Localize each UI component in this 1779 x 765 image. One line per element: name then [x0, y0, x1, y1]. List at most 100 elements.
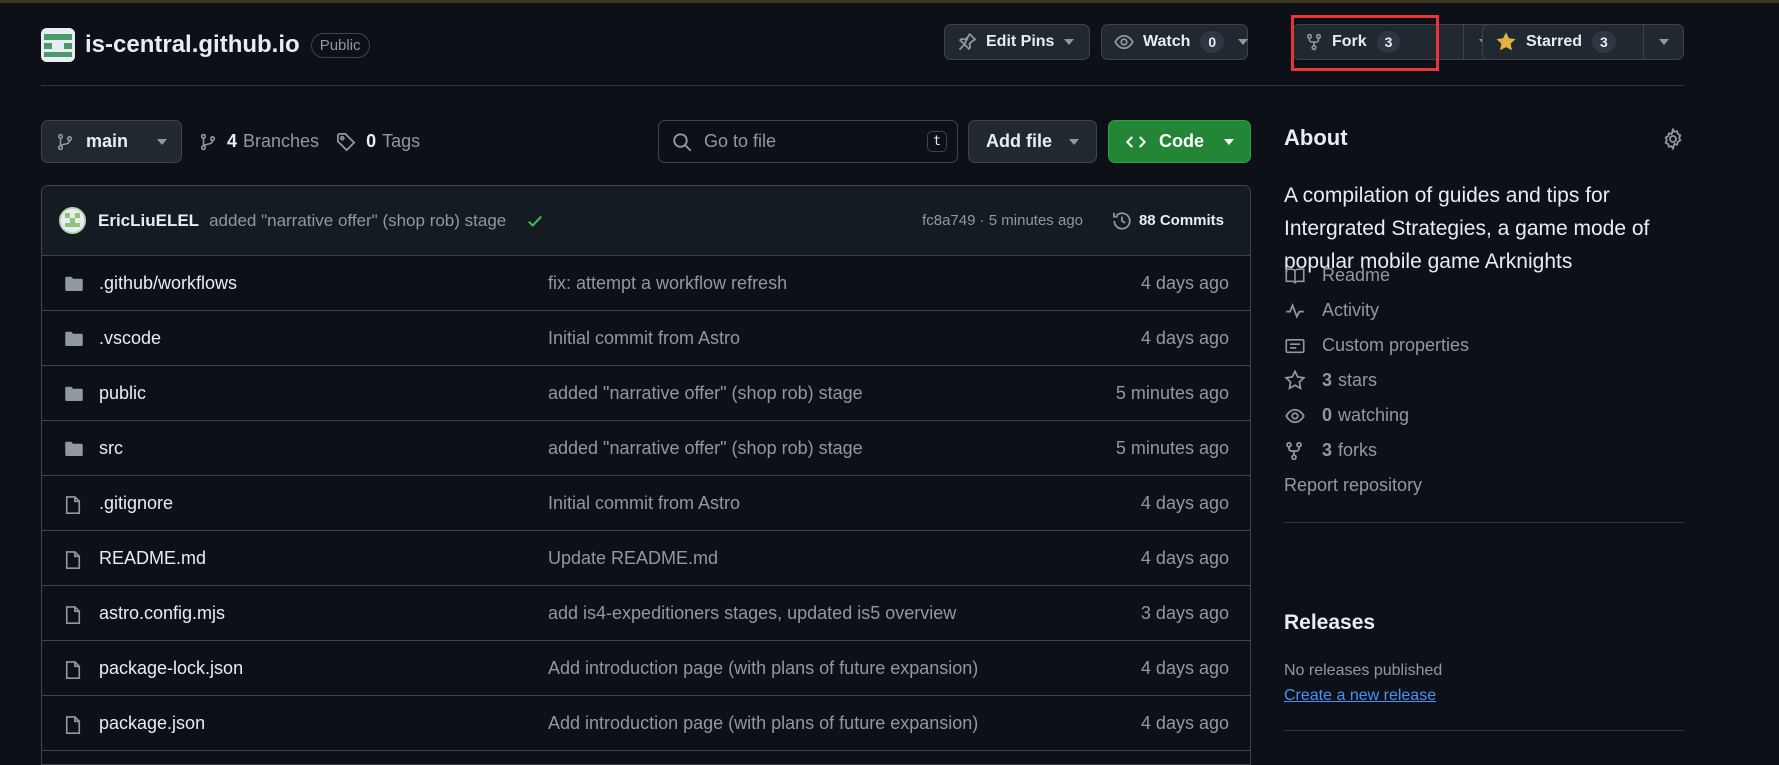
add-file-button[interactable]: Add file [968, 120, 1097, 163]
activity-link[interactable]: Activity [1284, 300, 1379, 321]
file-name[interactable]: package.json [99, 713, 205, 734]
book-icon [1284, 266, 1308, 286]
stars-label: stars [1338, 370, 1378, 390]
file-row[interactable]: astro.config.mjs add is4-expeditioners st… [42, 586, 1250, 641]
file-name[interactable]: src [99, 438, 123, 459]
branch-icon [199, 132, 217, 152]
watching-link[interactable]: 0 watching [1284, 405, 1409, 426]
file-commit-age: 4 days ago [1140, 492, 1229, 513]
custom-properties-link[interactable]: Custom properties [1284, 335, 1469, 356]
releases-title[interactable]: Releases [1284, 611, 1375, 635]
chevron-down-icon [157, 138, 167, 145]
file-commit-message[interactable]: add is4-expeditioners stages, updated is… [548, 603, 956, 624]
file-icon [63, 604, 83, 626]
file-commit-message[interactable]: Add introduction page (with plans of fut… [548, 658, 978, 679]
file-row[interactable]: .github/workflows fix: attempt a workflow… [42, 256, 1250, 311]
folder-icon [63, 329, 85, 349]
folder-icon [63, 439, 85, 459]
readme-link[interactable]: Readme [1284, 265, 1390, 286]
file-commit-message[interactable]: Initial commit from Astro [548, 328, 740, 349]
file-icon [63, 494, 83, 516]
about-sidebar: About A compilation of guides and tips f… [1284, 125, 1684, 731]
add-file-label: Add file [986, 131, 1052, 151]
gear-icon[interactable] [1662, 128, 1684, 150]
repo-name[interactable]: is-central.github.io [85, 31, 300, 59]
file-browser: EricLiuELEL added "narrative offer" (sho… [41, 185, 1251, 765]
activity-label: Activity [1322, 300, 1380, 320]
file-row[interactable]: src added "narrative offer" (shop rob) st… [42, 421, 1250, 476]
file-name[interactable]: README.md [99, 548, 206, 569]
branch-selector[interactable]: main [41, 120, 182, 163]
stars-count: 3 [1322, 370, 1333, 390]
file-commit-message[interactable]: added "narrative offer" (shop rob) stage [548, 438, 863, 459]
file-commit-message[interactable]: added "narrative offer" (shop rob) stage [548, 383, 863, 404]
star-icon [1284, 370, 1308, 391]
watch-button[interactable]: Watch 0 [1101, 24, 1249, 60]
eye-icon [1284, 406, 1308, 426]
file-row[interactable]: public added "narrative offer" (shop rob)… [42, 366, 1250, 421]
pulse-icon [1284, 301, 1308, 321]
branches-label: Branches [243, 131, 320, 151]
file-icon [63, 549, 83, 571]
file-commit-age: 4 days ago [1140, 272, 1229, 293]
file-name[interactable]: package-lock.json [99, 658, 243, 679]
starred-button[interactable]: Starred 3 [1482, 24, 1644, 60]
create-release-link[interactable]: Create a new release [1284, 687, 1436, 705]
eye-icon [1114, 32, 1134, 52]
folder-icon [63, 384, 85, 404]
file-name[interactable]: astro.config.mjs [99, 603, 225, 624]
file-name[interactable]: public [99, 383, 146, 404]
report-repository-link[interactable]: Report repository [1284, 475, 1422, 496]
file-row[interactable]: README.md Update README.md 4 days ago [42, 531, 1250, 586]
commit-message[interactable]: added "narrative offer" (shop rob) stage [209, 211, 506, 231]
file-name[interactable]: .github/workflows [99, 273, 237, 294]
keyboard-shortcut-hint: t [927, 131, 947, 152]
check-icon[interactable] [526, 212, 544, 230]
forks-link[interactable]: 3 forks [1284, 440, 1377, 461]
file-row[interactable]: package-lock.json Add introduction page (… [42, 641, 1250, 696]
about-title: About [1284, 125, 1348, 150]
go-to-file-input[interactable]: Go to file t [658, 120, 958, 163]
file-row[interactable]: package.json Add introduction page (with … [42, 696, 1250, 751]
commits-history-link[interactable]: 88 Commits [1112, 211, 1224, 231]
file-commit-message[interactable]: Add introduction page (with plans of fut… [548, 713, 978, 734]
author-avatar[interactable] [59, 207, 86, 234]
chevron-down-icon [1064, 39, 1075, 45]
file-commit-age: 5 minutes ago [1115, 382, 1229, 403]
file-icon [63, 659, 83, 681]
code-button[interactable]: Code [1108, 120, 1251, 163]
fork-button[interactable]: Fork 3 [1292, 24, 1464, 60]
file-name[interactable]: .vscode [99, 328, 161, 349]
about-description: A compilation of guides and tips for Int… [1284, 184, 1650, 273]
history-icon [1112, 211, 1132, 231]
branches-link[interactable]: 4 Branches [199, 131, 319, 152]
file-row[interactable]: .gitignore Initial commit from Astro 4 day… [42, 476, 1250, 531]
repo-avatar[interactable] [41, 28, 75, 62]
repo-header: is-central.github.io Public Edit Pins Wa… [41, 22, 1684, 86]
file-name[interactable]: .gitignore [99, 493, 173, 514]
watch-label: Watch [1143, 33, 1191, 50]
fork-icon [1305, 32, 1323, 52]
commit-sha-time[interactable]: fc8a749 · 5 minutes ago [922, 212, 1083, 229]
file-commit-message[interactable]: fix: attempt a workflow refresh [548, 273, 787, 294]
chevron-down-icon [1658, 39, 1669, 45]
stars-link[interactable]: 3 stars [1284, 370, 1377, 391]
edit-pins-button[interactable]: Edit Pins [944, 24, 1090, 60]
branch-name: main [86, 131, 129, 151]
readme-label: Readme [1322, 265, 1391, 285]
watching-count: 0 [1322, 405, 1333, 425]
commit-author[interactable]: EricLiuELEL [98, 211, 199, 231]
search-icon [672, 132, 692, 152]
file-commit-message[interactable]: Initial commit from Astro [548, 493, 740, 514]
folder-icon [63, 274, 85, 294]
chevron-down-icon [1069, 138, 1079, 145]
file-commit-message[interactable]: Update README.md [548, 548, 718, 569]
file-row[interactable]: .vscode Initial commit from Astro 4 days a… [42, 311, 1250, 366]
chevron-down-icon [1224, 138, 1234, 145]
tags-link[interactable]: 0 Tags [336, 131, 420, 152]
tags-label: Tags [382, 131, 421, 151]
star-lists-dropdown-button[interactable] [1644, 24, 1684, 60]
chevron-down-icon [1238, 39, 1249, 45]
forks-label: forks [1338, 440, 1378, 460]
file-commit-age: 4 days ago [1140, 712, 1229, 733]
